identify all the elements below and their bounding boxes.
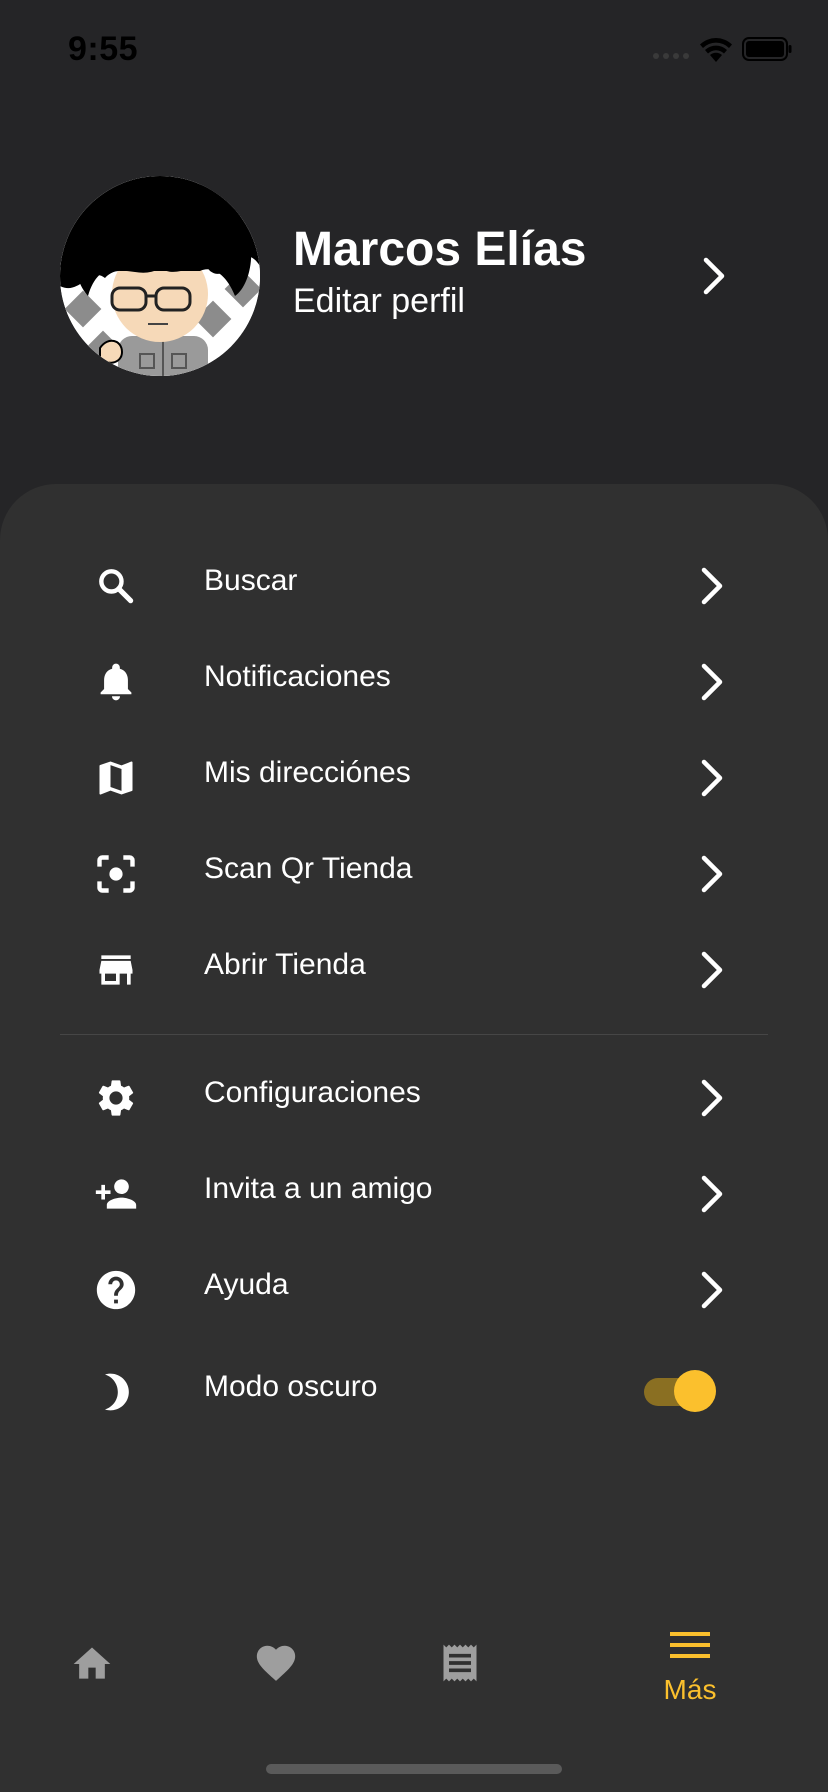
menu-item-label: Invita a un amigo	[204, 1172, 433, 1205]
menu-item-mis-direcciones[interactable]: Mis direcciónes	[0, 730, 828, 826]
chevron-right-icon	[701, 567, 723, 605]
menu-item-label: Modo oscuro	[204, 1370, 378, 1403]
avatar[interactable]	[60, 176, 260, 376]
profile-header[interactable]: Marcos Elías Editar perfil	[60, 176, 768, 380]
menu-item-label: Scan Qr Tienda	[204, 852, 413, 885]
nav-more-label: Más	[663, 1674, 717, 1705]
home-icon	[73, 1647, 111, 1679]
menu-item-label: Notificaciones	[204, 660, 391, 693]
store-icon	[88, 946, 144, 994]
wifi-icon	[700, 38, 732, 62]
avatar-illustration	[60, 176, 260, 376]
bell-icon	[88, 658, 144, 706]
heart-icon	[256, 1645, 296, 1681]
person-add-icon	[88, 1170, 144, 1218]
chevron-right-icon[interactable]	[692, 254, 736, 298]
menu-item-ayuda[interactable]: Ayuda	[0, 1242, 828, 1338]
nav-favorites[interactable]	[206, 1618, 346, 1728]
menu-item-label: Configuraciones	[204, 1076, 421, 1109]
toggle-knob	[674, 1370, 716, 1412]
chevron-right-icon	[701, 1175, 723, 1213]
chevron-right-icon	[701, 1079, 723, 1117]
dark-mode-toggle[interactable]	[642, 1370, 718, 1414]
menu-panel: Buscar Notificaciones Mis direcciónes Sc…	[0, 484, 828, 1792]
map-icon	[88, 754, 144, 802]
menu-item-buscar[interactable]: Buscar	[0, 538, 828, 634]
gear-icon	[88, 1074, 144, 1122]
menu-item-label: Ayuda	[204, 1268, 289, 1301]
profile-name: Marcos Elías	[293, 223, 587, 276]
menu-item-abrir-tienda[interactable]: Abrir Tienda	[0, 922, 828, 1018]
chevron-right-icon	[701, 1271, 723, 1309]
more-screen: 9:55 Marcos Elías Editar perfil Buscar N…	[0, 0, 828, 1792]
home-indicator[interactable]	[266, 1764, 562, 1774]
battery-icon	[742, 37, 792, 61]
scan-icon	[88, 850, 144, 898]
menu-item-label: Abrir Tienda	[204, 948, 366, 981]
menu-item-label: Mis direcciónes	[204, 756, 411, 789]
receipt-icon	[443, 1644, 477, 1682]
moon-icon	[88, 1368, 144, 1416]
help-icon	[88, 1266, 144, 1314]
menu-icon	[670, 1632, 710, 1658]
cellular-signal-icon	[653, 53, 689, 59]
menu-item-notificaciones[interactable]: Notificaciones	[0, 634, 828, 730]
nav-more[interactable]: Más	[620, 1618, 760, 1728]
chevron-right-icon	[701, 663, 723, 701]
chevron-right-icon	[701, 759, 723, 797]
menu-item-invita-amigo[interactable]: Invita a un amigo	[0, 1146, 828, 1242]
menu-divider	[60, 1034, 768, 1035]
nav-home[interactable]	[22, 1618, 162, 1728]
bottom-nav: Más	[0, 1618, 828, 1728]
chevron-right-icon	[701, 951, 723, 989]
menu-item-label: Buscar	[204, 564, 298, 597]
edit-profile-link[interactable]: Editar perfil	[293, 282, 465, 321]
status-bar: 9:55	[0, 0, 828, 100]
menu-item-modo-oscuro: Modo oscuro	[0, 1344, 828, 1440]
status-time: 9:55	[68, 30, 139, 68]
menu-item-scan-qr-tienda[interactable]: Scan Qr Tienda	[0, 826, 828, 922]
menu-item-configuraciones[interactable]: Configuraciones	[0, 1050, 828, 1146]
nav-orders[interactable]	[390, 1618, 530, 1728]
chevron-right-icon	[701, 855, 723, 893]
search-icon	[88, 562, 144, 610]
